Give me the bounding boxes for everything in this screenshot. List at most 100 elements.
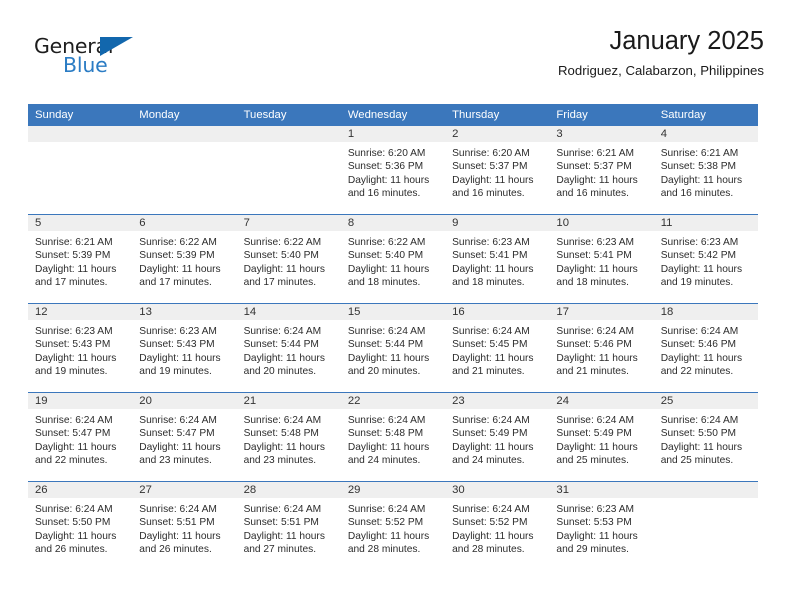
day-number: 21 <box>243 395 257 407</box>
day-number: 2 <box>452 128 459 140</box>
day-number: 15 <box>347 306 361 318</box>
sunrise-text: Sunrise: 6:24 AM <box>556 326 634 337</box>
day-number: 6 <box>139 217 146 229</box>
day-number-band: 22 <box>340 393 446 409</box>
daylight-text-line1: Daylight: 11 hours <box>660 352 743 364</box>
day-number-band: 21 <box>236 393 341 409</box>
day-number-band: 25 <box>653 393 758 409</box>
day-number-band: 10 <box>549 215 654 231</box>
day-cell[interactable]: 18 Sunrise: 6:24 AM Sunset: 5:46 PM Dayligh… <box>653 304 758 392</box>
day-cell[interactable]: 30 Sunrise: 6:24 AM Sunset: 5:52 PM Dayligh… <box>445 482 550 570</box>
daylight-text-line1: Daylight: 11 hours <box>347 441 430 453</box>
day-cell[interactable]: 14 Sunrise: 6:24 AM Sunset: 5:44 PM Dayligh… <box>236 304 341 392</box>
calendar-week-inner: 26 Sunrise: 6:24 AM Sunset: 5:50 PM Dayligh… <box>28 482 758 570</box>
sunrise-text: Sunrise: 6:23 AM <box>452 237 530 248</box>
day-cell[interactable]: 19 Sunrise: 6:24 AM Sunset: 5:47 PM Dayligh… <box>28 393 133 481</box>
day-cell[interactable]: 29 Sunrise: 6:24 AM Sunset: 5:52 PM Dayligh… <box>340 482 446 570</box>
day-cell[interactable]: 28 Sunrise: 6:24 AM Sunset: 5:51 PM Dayligh… <box>236 482 341 570</box>
day-cell[interactable]: 26 Sunrise: 6:24 AM Sunset: 5:50 PM Dayligh… <box>28 482 133 570</box>
day-cell[interactable]: 15 Sunrise: 6:24 AM Sunset: 5:44 PM Dayligh… <box>340 304 446 392</box>
sunrise-text: Sunrise: 6:22 AM <box>243 237 322 248</box>
day-details: Sunrise: 6:23 AM Sunset: 5:41 PM Daylight:… <box>445 231 549 290</box>
day-cell[interactable]: 9 Sunrise: 6:23 AM Sunset: 5:41 PM Daylight… <box>445 215 550 303</box>
daylight-text-line1: Daylight: 11 hours <box>243 352 325 364</box>
calendar-week-inner: 19 Sunrise: 6:24 AM Sunset: 5:47 PM Dayligh… <box>28 393 758 481</box>
daylight-text-line2: and 16 minutes. <box>452 188 525 200</box>
day-details: Sunrise: 6:24 AM Sunset: 5:51 PM Daylight:… <box>237 498 341 557</box>
daylight-text-line2: and 28 minutes. <box>452 544 525 556</box>
daylight-text-line1: Daylight: 11 hours <box>139 441 221 453</box>
daylight-text-line1: Daylight: 11 hours <box>347 530 430 542</box>
daylight-text-line2: and 26 minutes. <box>139 544 212 556</box>
day-number: 9 <box>452 217 459 229</box>
day-cell[interactable]: 4 Sunrise: 6:21 AM Sunset: 5:38 PM Daylight… <box>653 126 758 214</box>
sunrise-text: Sunrise: 6:24 AM <box>347 415 426 426</box>
day-cell[interactable]: 6 Sunrise: 6:22 AM Sunset: 5:39 PM Daylight… <box>132 215 237 303</box>
sunset-text: Sunset: 5:49 PM <box>556 428 632 440</box>
day-cell[interactable]: 7 Sunrise: 6:22 AM Sunset: 5:40 PM Daylight… <box>236 215 341 303</box>
day-cell[interactable]: 5 Sunrise: 6:21 AM Sunset: 5:39 PM Daylight… <box>28 215 133 303</box>
day-number-band: 13 <box>132 304 237 320</box>
day-details: Sunrise: 6:23 AM Sunset: 5:41 PM Daylight:… <box>549 231 653 290</box>
daylight-text-line2: and 22 minutes. <box>660 366 734 378</box>
day-number: 20 <box>139 395 152 407</box>
day-number-band: 2 <box>445 126 550 142</box>
day-details: Sunrise: 6:24 AM Sunset: 5:44 PM Daylight:… <box>237 320 341 379</box>
day-number-band: 5 <box>28 215 133 231</box>
calendar-week-row: 1 Sunrise: 6:20 AM Sunset: 5:36 PM Daylight… <box>28 126 758 214</box>
day-details: Sunrise: 6:23 AM Sunset: 5:43 PM Daylight:… <box>132 320 236 379</box>
calendar-week-row: 26 Sunrise: 6:24 AM Sunset: 5:50 PM Dayligh… <box>28 481 758 570</box>
sunset-text: Sunset: 5:44 PM <box>347 339 424 351</box>
sunset-text: Sunset: 5:48 PM <box>347 428 424 440</box>
day-cell[interactable]: 21 Sunrise: 6:24 AM Sunset: 5:48 PM Dayligh… <box>236 393 341 481</box>
day-number: 10 <box>556 217 569 229</box>
daylight-text-line1: Daylight: 11 hours <box>660 263 743 275</box>
day-cell[interactable]: 27 Sunrise: 6:24 AM Sunset: 5:51 PM Dayligh… <box>132 482 237 570</box>
day-number: 17 <box>556 306 569 318</box>
day-cell[interactable]: 1 Sunrise: 6:20 AM Sunset: 5:36 PM Daylight… <box>340 126 446 214</box>
daylight-text-line1: Daylight: 11 hours <box>347 352 430 364</box>
daylight-text-line1: Daylight: 11 hours <box>452 174 534 186</box>
day-number-band <box>132 126 237 142</box>
daylight-text-line1: Daylight: 11 hours <box>139 352 221 364</box>
day-number-band: 4 <box>653 126 758 142</box>
day-cell[interactable]: 22 Sunrise: 6:24 AM Sunset: 5:48 PM Dayligh… <box>340 393 446 481</box>
day-cell[interactable]: 24 Sunrise: 6:24 AM Sunset: 5:49 PM Dayligh… <box>549 393 654 481</box>
sunrise-text: Sunrise: 6:24 AM <box>243 415 322 426</box>
day-cell[interactable]: 16 Sunrise: 6:24 AM Sunset: 5:45 PM Dayligh… <box>445 304 550 392</box>
day-cell-empty <box>28 126 133 214</box>
day-cell[interactable]: 20 Sunrise: 6:24 AM Sunset: 5:47 PM Dayligh… <box>132 393 237 481</box>
sunset-text: Sunset: 5:47 PM <box>139 428 215 440</box>
sunset-text: Sunset: 5:37 PM <box>452 161 528 173</box>
day-cell[interactable]: 8 Sunrise: 6:22 AM Sunset: 5:40 PM Daylight… <box>340 215 446 303</box>
sunrise-text: Sunrise: 6:24 AM <box>660 415 739 426</box>
day-cell[interactable]: 10 Sunrise: 6:23 AM Sunset: 5:41 PM Dayligh… <box>549 215 654 303</box>
day-number-band: 24 <box>549 393 654 409</box>
calendar-page: General Blue January 2025 Rodriguez, Cal… <box>0 0 792 612</box>
day-cell[interactable]: 3 Sunrise: 6:21 AM Sunset: 5:37 PM Daylight… <box>549 126 654 214</box>
day-details: Sunrise: 6:24 AM Sunset: 5:46 PM Daylight:… <box>549 320 653 379</box>
day-cell[interactable]: 11 Sunrise: 6:23 AM Sunset: 5:42 PM Dayligh… <box>653 215 758 303</box>
day-number: 1 <box>347 128 355 140</box>
sunrise-text: Sunrise: 6:20 AM <box>452 148 530 159</box>
day-cell[interactable]: 2 Sunrise: 6:20 AM Sunset: 5:37 PM Daylight… <box>445 126 550 214</box>
sunset-text: Sunset: 5:51 PM <box>139 517 215 529</box>
daylight-text-line2: and 16 minutes. <box>347 188 421 200</box>
day-number-band: 12 <box>28 304 133 320</box>
day-cell[interactable]: 12 Sunrise: 6:23 AM Sunset: 5:43 PM Dayligh… <box>28 304 133 392</box>
day-cell[interactable]: 13 Sunrise: 6:23 AM Sunset: 5:43 PM Dayligh… <box>132 304 237 392</box>
day-cell[interactable]: 23 Sunrise: 6:24 AM Sunset: 5:49 PM Dayligh… <box>445 393 550 481</box>
day-cell[interactable]: 17 Sunrise: 6:24 AM Sunset: 5:46 PM Dayligh… <box>549 304 654 392</box>
daylight-text-line2: and 26 minutes. <box>35 544 108 556</box>
day-cell[interactable]: 31 Sunrise: 6:23 AM Sunset: 5:53 PM Dayligh… <box>549 482 654 570</box>
day-number: 13 <box>139 306 152 318</box>
calendar-week-inner: 5 Sunrise: 6:21 AM Sunset: 5:39 PM Daylight… <box>28 215 758 303</box>
general-blue-logo[interactable]: General Blue <box>34 34 264 90</box>
sunset-text: Sunset: 5:46 PM <box>660 339 737 351</box>
sunset-text: Sunset: 5:44 PM <box>243 339 319 351</box>
day-number-band: 29 <box>340 482 446 498</box>
sunrise-text: Sunrise: 6:21 AM <box>660 148 739 159</box>
day-cell[interactable]: 25 Sunrise: 6:24 AM Sunset: 5:50 PM Dayligh… <box>653 393 758 481</box>
daylight-text-line2: and 25 minutes. <box>556 455 629 467</box>
daylight-text-line2: and 27 minutes. <box>243 544 317 556</box>
